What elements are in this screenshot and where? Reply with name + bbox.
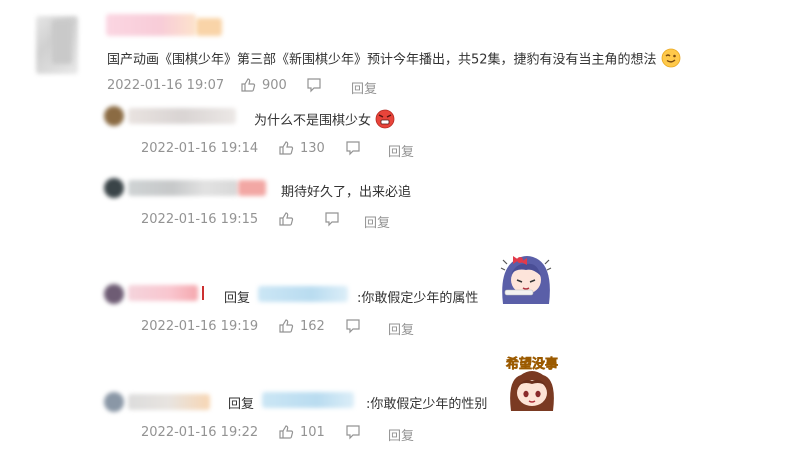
comment-icon xyxy=(325,212,339,227)
username[interactable] xyxy=(128,108,236,124)
divider xyxy=(202,286,204,300)
comment-icon xyxy=(307,78,321,93)
comment-button[interactable] xyxy=(345,424,361,440)
like-count: 900 xyxy=(262,77,287,93)
reply-2-text: 期待好久了，出来必追 xyxy=(281,185,412,200)
thumbs-up-icon xyxy=(279,212,294,226)
like-button[interactable]: 900 xyxy=(240,77,287,93)
reply-3-text: :你敢假定少年的属性 xyxy=(357,291,479,306)
comment-button[interactable] xyxy=(324,211,340,227)
like-button[interactable] xyxy=(278,211,300,227)
reply-button[interactable]: 回复 xyxy=(364,212,390,231)
comment-icon xyxy=(346,319,360,334)
reply-2-time: 2022-01-16 19:15 xyxy=(141,212,259,227)
thumbs-up-icon xyxy=(241,78,256,92)
reply-3-prefix: 回复 xyxy=(224,291,251,306)
reply-1-text: 为什么不是围棋少女 xyxy=(254,113,372,129)
chibi-girl-sticker-icon: 希望没事 xyxy=(503,353,561,411)
like-count: 101 xyxy=(300,424,325,440)
angry-emoji-icon xyxy=(375,109,395,133)
avatar[interactable] xyxy=(104,178,124,198)
sticker-caption: 希望没事 xyxy=(505,357,559,373)
reply-4-time: 2022-01-16 19:22 xyxy=(141,425,259,440)
username[interactable] xyxy=(128,394,210,410)
main-comment-text: 国产动画《围棋少年》第三部《新围棋少年》预计今年播出，共52集，捷豹有没有当主角… xyxy=(107,52,657,68)
like-button[interactable]: 130 xyxy=(278,140,325,156)
username-tail xyxy=(238,180,266,196)
comment-button[interactable] xyxy=(345,140,361,156)
username-tail xyxy=(196,18,222,36)
wink-emoji-icon xyxy=(661,48,681,72)
reply-1-time: 2022-01-16 19:14 xyxy=(141,141,259,156)
comment-icon xyxy=(346,141,360,156)
comment-button[interactable] xyxy=(306,77,322,93)
avatar-overlay xyxy=(52,20,72,64)
reply-4-text: :你敢假定少年的性别 xyxy=(366,397,488,412)
reply-button[interactable]: 回复 xyxy=(388,141,414,160)
reply-button[interactable]: 回复 xyxy=(388,425,414,444)
thumbs-up-icon xyxy=(279,425,294,439)
avatar[interactable] xyxy=(104,392,124,412)
username[interactable] xyxy=(106,14,196,36)
main-comment: 国产动画《围棋少年》第三部《新围棋少年》预计今年播出，共52集，捷豹有没有当主角… xyxy=(107,48,681,72)
comment-button[interactable] xyxy=(345,318,361,334)
reply-4-prefix: 回复 xyxy=(228,397,255,412)
mention-link[interactable] xyxy=(262,392,354,408)
reply-button[interactable]: 回复 xyxy=(351,78,377,97)
thumbs-up-icon xyxy=(279,319,294,333)
avatar[interactable] xyxy=(104,106,124,126)
like-count: 130 xyxy=(300,140,325,156)
comment-icon xyxy=(346,425,360,440)
reply-1: 为什么不是围棋少女 xyxy=(254,109,395,133)
main-comment-time: 2022-01-16 19:07 xyxy=(107,78,225,93)
avatar[interactable] xyxy=(104,284,124,304)
username[interactable] xyxy=(128,285,198,301)
username[interactable] xyxy=(128,180,238,196)
anime-girl-sticker-icon xyxy=(497,250,555,304)
mention-link[interactable] xyxy=(258,286,348,302)
like-button[interactable]: 101 xyxy=(278,424,325,440)
thumbs-up-icon xyxy=(279,141,294,155)
reply-3-time: 2022-01-16 19:19 xyxy=(141,319,259,334)
like-button[interactable]: 162 xyxy=(278,318,325,334)
reply-button[interactable]: 回复 xyxy=(388,319,414,338)
like-count: 162 xyxy=(300,318,325,334)
